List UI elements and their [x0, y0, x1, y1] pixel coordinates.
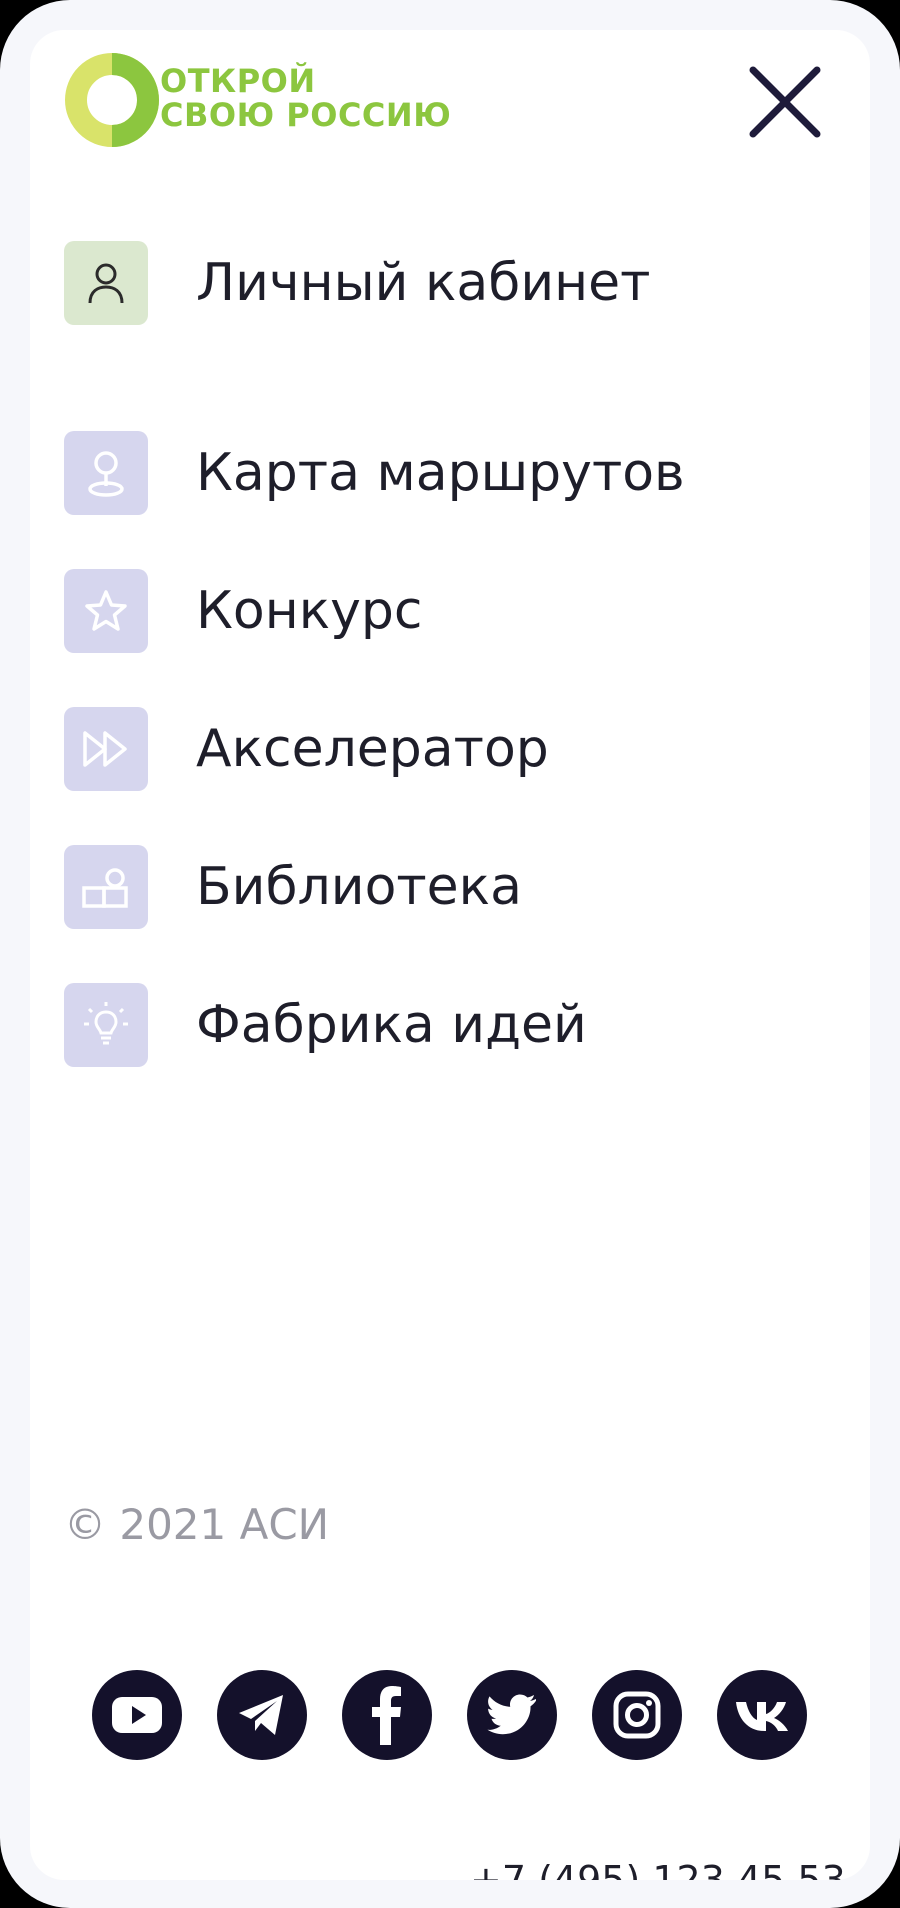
telegram-icon	[239, 1695, 283, 1735]
vk-icon	[736, 1702, 788, 1731]
menu-label-routes-map: Карта маршрутов	[196, 443, 685, 503]
instagram-icon	[613, 1691, 661, 1739]
logo-line-2: СВОЮ РОССИЮ	[160, 96, 452, 134]
close-icon	[749, 66, 821, 138]
menu-label-idea-factory: Фабрика идей	[196, 995, 587, 1055]
menu-icon-box	[64, 707, 148, 791]
menu-label-library: Библиотека	[196, 857, 522, 917]
menu-icon-box	[64, 983, 148, 1067]
menu-item-contest[interactable]: Конкурс	[64, 568, 824, 654]
menu-icon-box	[64, 241, 148, 325]
logo-ring-icon	[65, 53, 159, 147]
menu-label-accelerator: Акселератор	[196, 719, 549, 779]
menu-panel: ОТКРОЙ СВОЮ РОССИЮ Личный кабинет Карта …	[30, 30, 870, 1880]
youtube-icon	[112, 1697, 162, 1733]
menu-icon-box	[64, 845, 148, 929]
menu-label-account: Личный кабинет	[196, 253, 651, 313]
menu-item-library[interactable]: Библиотека	[64, 844, 824, 930]
fast-forward-icon	[83, 731, 127, 767]
menu-label-contest: Конкурс	[196, 581, 423, 641]
star-icon	[85, 590, 127, 631]
twitter-icon	[487, 1694, 536, 1735]
logo-line-1: ОТКРОЙ	[160, 62, 316, 100]
copyright-text: © 2021 АСИ	[64, 1500, 330, 1549]
lightbulb-icon	[84, 1002, 128, 1045]
telegram-link[interactable]	[217, 1670, 307, 1760]
youtube-link[interactable]	[92, 1670, 182, 1760]
map-pin-icon	[88, 451, 124, 497]
user-icon	[88, 263, 124, 304]
app-frame: ОТКРОЙ СВОЮ РОССИЮ Личный кабинет Карта …	[0, 0, 900, 1908]
facebook-link[interactable]	[342, 1670, 432, 1760]
menu-icon-box	[64, 431, 148, 515]
vk-link[interactable]	[717, 1670, 807, 1760]
instagram-link[interactable]	[592, 1670, 682, 1760]
menu-icon-box	[64, 569, 148, 653]
menu-item-routes-map[interactable]: Карта маршрутов	[64, 430, 824, 516]
twitter-link[interactable]	[467, 1670, 557, 1760]
social-links	[92, 1670, 852, 1760]
menu-item-accelerator[interactable]: Акселератор	[64, 706, 824, 792]
phone-number[interactable]: +7 (495) 123 45 53	[470, 1858, 846, 1880]
logo-text: ОТКРОЙ СВОЮ РОССИЮ	[160, 64, 451, 132]
menu-item-idea-factory[interactable]: Фабрика идей	[64, 982, 824, 1068]
facebook-icon	[372, 1686, 401, 1745]
close-button[interactable]	[745, 62, 825, 142]
menu-item-account[interactable]: Личный кабинет	[64, 240, 824, 326]
shapes-icon	[82, 868, 128, 908]
